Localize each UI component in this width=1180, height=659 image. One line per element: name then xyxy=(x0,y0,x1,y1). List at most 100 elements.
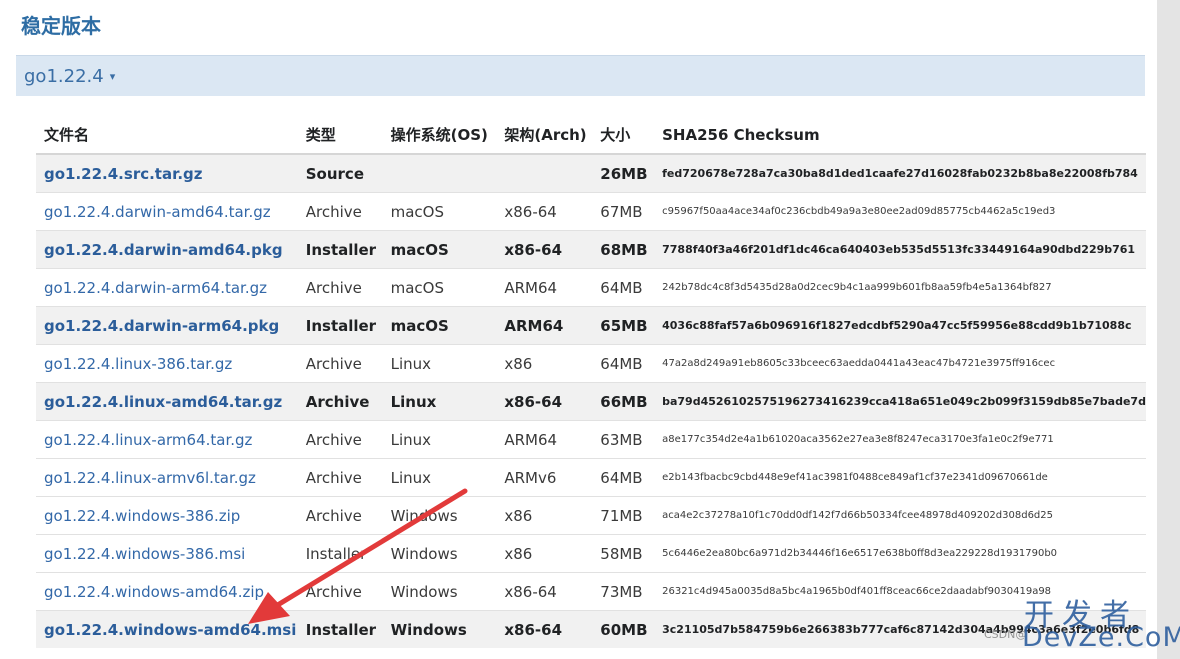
cell-filename: go1.22.4.windows-amd64.zip xyxy=(36,572,298,611)
cell-arch: x86 xyxy=(496,534,593,573)
cell-filename: go1.22.4.linux-386.tar.gz xyxy=(36,344,298,383)
header-kind: 类型 xyxy=(297,116,383,155)
header-arch: 架构(Arch) xyxy=(496,116,593,155)
download-link[interactable]: go1.22.4.windows-amd64.zip xyxy=(44,583,264,601)
cell-size: 68MB xyxy=(592,230,655,269)
table-row: go1.22.4.darwin-amd64.tar.gz Archive macOS… xyxy=(36,192,1146,231)
header-filename: 文件名 xyxy=(36,116,298,155)
table-row: go1.22.4.darwin-amd64.pkg Installer macOS x… xyxy=(36,230,1146,269)
download-link[interactable]: go1.22.4.src.tar.gz xyxy=(44,165,203,183)
table-row: go1.22.4.darwin-arm64.tar.gz Archive macOS… xyxy=(36,268,1146,307)
cell-size: 66MB xyxy=(592,382,655,421)
cell-checksum: 242b78dc4c8f3d5435d28a0d2cec9b4c1aa999b6… xyxy=(654,268,1146,307)
table-row: go1.22.4.src.tar.gz Source 26MB fed720678e7… xyxy=(36,153,1146,193)
cell-kind: Source xyxy=(297,153,383,193)
cell-arch: ARM64 xyxy=(496,268,593,307)
table-row: go1.22.4.linux-amd64.tar.gz Archive Linux x… xyxy=(36,382,1146,421)
cell-size: 67MB xyxy=(592,192,655,231)
cell-kind: Archive xyxy=(297,572,383,611)
cell-size: 65MB xyxy=(592,306,655,345)
cell-kind: Installer xyxy=(297,534,383,573)
cell-checksum: fed720678e728a7ca30ba8d1ded1caafe27d1602… xyxy=(654,153,1146,193)
page-gutter xyxy=(1157,0,1180,659)
cell-size: 64MB xyxy=(592,344,655,383)
cell-arch: x86-64 xyxy=(496,230,593,269)
cell-os: Linux xyxy=(382,420,497,459)
cell-filename: go1.22.4.darwin-arm64.pkg xyxy=(36,306,298,345)
cell-arch: x86-64 xyxy=(496,610,593,648)
cell-filename: go1.22.4.windows-386.msi xyxy=(36,534,298,573)
cell-kind: Archive xyxy=(297,268,383,307)
cell-checksum: e2b143fbacbc9cbd448e9ef41ac3981f0488ce84… xyxy=(654,458,1146,497)
cell-size: 64MB xyxy=(592,268,655,307)
cell-arch: ARMv6 xyxy=(496,458,593,497)
version-toggle[interactable]: go1.22.4 ▾ xyxy=(24,66,115,87)
download-link[interactable]: go1.22.4.linux-arm64.tar.gz xyxy=(44,431,252,449)
table-header-row: 文件名 类型 操作系统(OS) 架构(Arch) 大小 SHA256 Check… xyxy=(36,116,1146,155)
cell-filename: go1.22.4.linux-arm64.tar.gz xyxy=(36,420,298,459)
header-size: 大小 xyxy=(592,116,655,155)
download-link[interactable]: go1.22.4.windows-amd64.msi xyxy=(44,621,296,639)
cell-os: macOS xyxy=(382,230,497,269)
download-link[interactable]: go1.22.4.linux-amd64.tar.gz xyxy=(44,393,282,411)
cell-filename: go1.22.4.windows-amd64.msi xyxy=(36,610,298,648)
cell-checksum: c95967f50aa4ace34af0c236cbdb49a9a3e80ee2… xyxy=(654,192,1146,231)
cell-filename: go1.22.4.darwin-amd64.pkg xyxy=(36,230,298,269)
cell-os: macOS xyxy=(382,306,497,345)
cell-checksum: 47a2a8d249a91eb8605c33bceec63aedda0441a4… xyxy=(654,344,1146,383)
cell-size: 63MB xyxy=(592,420,655,459)
cell-filename: go1.22.4.windows-386.zip xyxy=(36,496,298,535)
cell-kind: Installer xyxy=(297,230,383,269)
cell-checksum: 4036c88faf57a6b096916f1827edcdbf5290a47c… xyxy=(654,306,1146,345)
cell-kind: Archive xyxy=(297,192,383,231)
cell-arch: x86-64 xyxy=(496,572,593,611)
cell-checksum: a8e177c354d2e4a1b61020aca3562e27ea3e8f82… xyxy=(654,420,1146,459)
cell-os: macOS xyxy=(382,268,497,307)
cell-size: 58MB xyxy=(592,534,655,573)
cell-kind: Installer xyxy=(297,610,383,648)
cell-os: macOS xyxy=(382,192,497,231)
cell-os: Windows xyxy=(382,534,497,573)
cell-size: 60MB xyxy=(592,610,655,648)
cell-checksum: 5c6446e2ea80bc6a971d2b34446f16e6517e638b… xyxy=(654,534,1146,573)
cell-size: 64MB xyxy=(592,458,655,497)
watermark-en: DevZe.CoM xyxy=(1022,622,1180,653)
download-link[interactable]: go1.22.4.darwin-arm64.pkg xyxy=(44,317,279,335)
cell-size: 71MB xyxy=(592,496,655,535)
cell-arch: x86-64 xyxy=(496,192,593,231)
download-link[interactable]: go1.22.4.darwin-amd64.tar.gz xyxy=(44,203,271,221)
version-bar: go1.22.4 ▾ xyxy=(16,55,1145,96)
cell-filename: go1.22.4.linux-amd64.tar.gz xyxy=(36,382,298,421)
cell-filename: go1.22.4.linux-armv6l.tar.gz xyxy=(36,458,298,497)
cell-kind: Archive xyxy=(297,344,383,383)
download-link[interactable]: go1.22.4.darwin-arm64.tar.gz xyxy=(44,279,267,297)
cell-kind: Archive xyxy=(297,496,383,535)
section-title: 稳定版本 xyxy=(21,14,101,38)
header-checksum: SHA256 Checksum xyxy=(654,116,1146,155)
caret-down-icon: ▾ xyxy=(109,70,116,83)
cell-arch: x86-64 xyxy=(496,382,593,421)
cell-filename: go1.22.4.darwin-arm64.tar.gz xyxy=(36,268,298,307)
download-link[interactable]: go1.22.4.darwin-amd64.pkg xyxy=(44,241,283,259)
table-row: go1.22.4.windows-amd64.msi Installer Windo… xyxy=(36,610,1146,648)
download-link[interactable]: go1.22.4.linux-386.tar.gz xyxy=(44,355,232,373)
cell-os: Windows xyxy=(382,496,497,535)
downloads-table: 文件名 类型 操作系统(OS) 架构(Arch) 大小 SHA256 Check… xyxy=(36,116,1146,648)
version-label: go1.22.4 xyxy=(24,66,104,87)
table-row: go1.22.4.windows-386.zip Archive Windows x8… xyxy=(36,496,1146,535)
cell-os: Linux xyxy=(382,382,497,421)
header-os: 操作系统(OS) xyxy=(382,116,497,155)
cell-checksum: ba79d4526102575196273416239cca418a651e04… xyxy=(654,382,1146,421)
cell-os: Windows xyxy=(382,610,497,648)
download-link[interactable]: go1.22.4.linux-armv6l.tar.gz xyxy=(44,469,256,487)
cell-os xyxy=(382,153,497,193)
download-link[interactable]: go1.22.4.windows-386.zip xyxy=(44,507,240,525)
cell-arch: x86 xyxy=(496,344,593,383)
table-row: go1.22.4.windows-386.msi Installer Windows… xyxy=(36,534,1146,573)
cell-filename: go1.22.4.src.tar.gz xyxy=(36,153,298,193)
table-row: go1.22.4.linux-386.tar.gz Archive Linux x86… xyxy=(36,344,1146,383)
cell-arch: ARM64 xyxy=(496,420,593,459)
download-link[interactable]: go1.22.4.windows-386.msi xyxy=(44,545,245,563)
table-row: go1.22.4.linux-arm64.tar.gz Archive Linux A… xyxy=(36,420,1146,459)
cell-filename: go1.22.4.darwin-amd64.tar.gz xyxy=(36,192,298,231)
